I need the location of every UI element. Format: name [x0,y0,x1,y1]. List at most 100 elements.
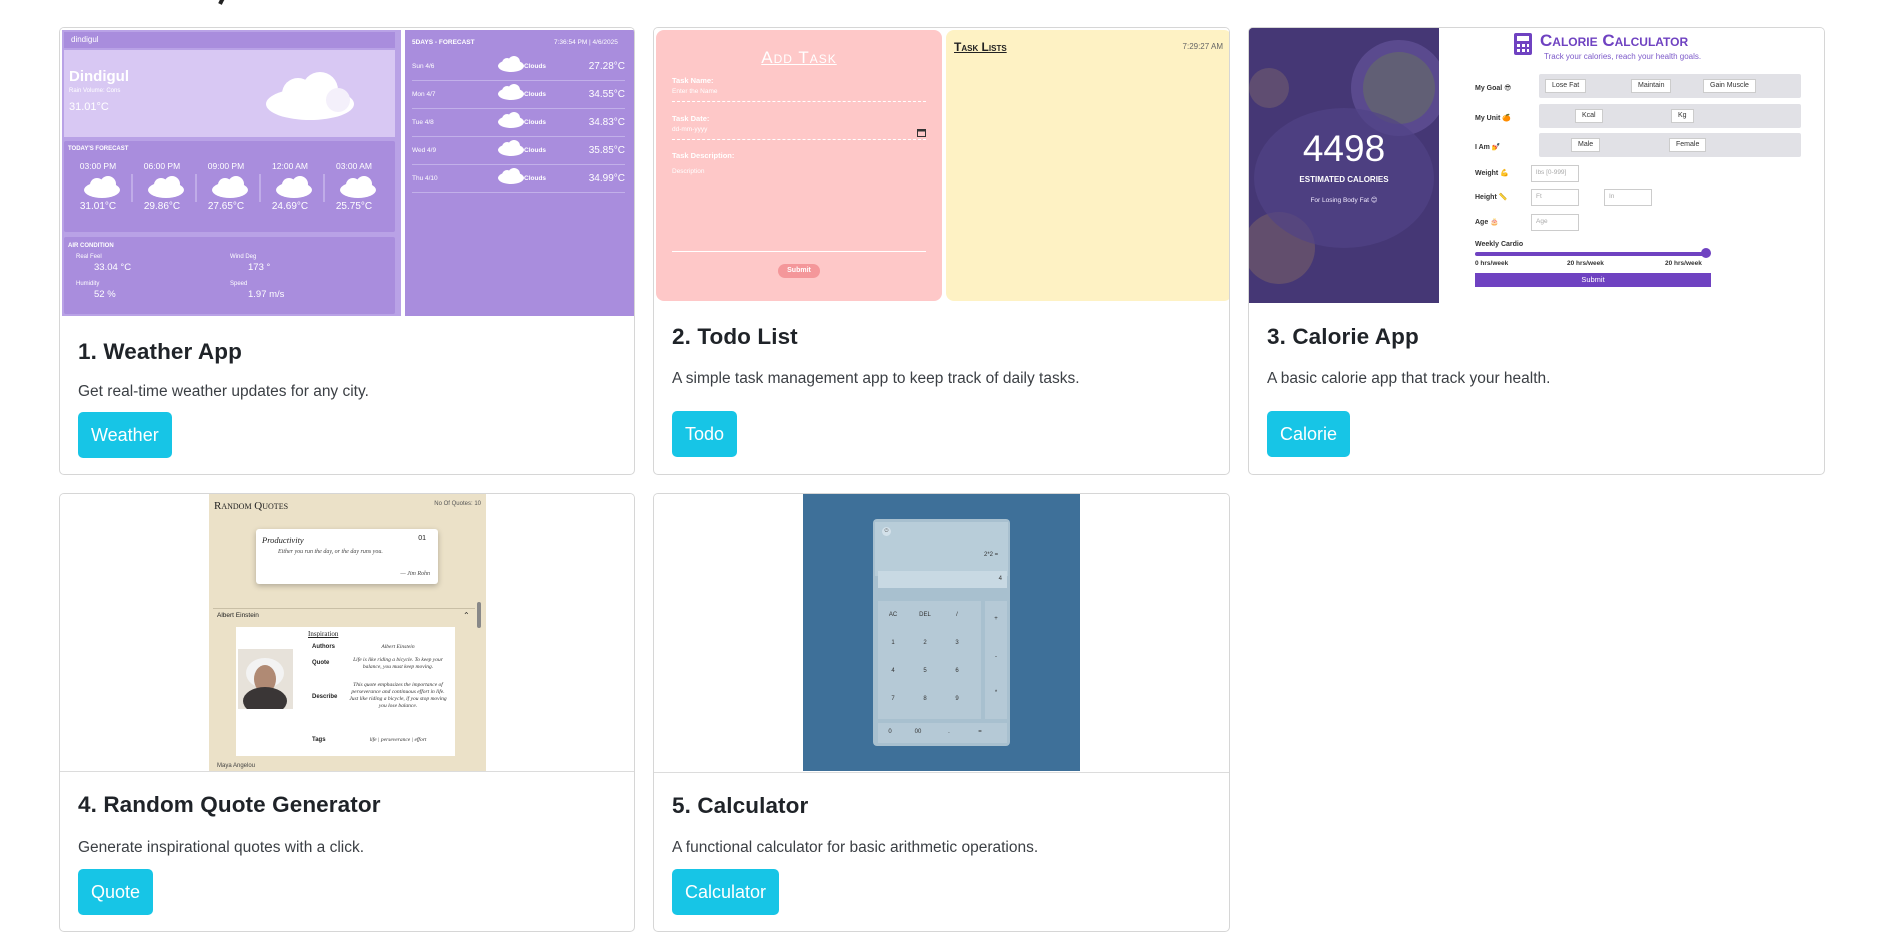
weather-hour-time: 06:00 PM [143,161,181,171]
quote-accordion-title: Albert Einstein [217,612,259,619]
todo-date-field: dd-mm-yyyy [672,126,926,140]
calc-key: = [978,729,982,735]
todo-button[interactable]: Todo [672,411,738,457]
todo-desc-field: Description [672,162,926,252]
forecast-condition: Clouds [524,63,547,70]
air-value: 52 % [94,289,116,300]
card-title: 4. Random Quote Generator [78,792,381,817]
calorie-weight-input: lbs [0-999] [1531,165,1579,182]
calc-key: . [948,729,950,735]
air-label: Wind Deg [230,254,257,260]
todo-date-label: Task Date: [672,114,710,123]
cardio-level: 0 hrs/week [1475,260,1509,267]
calc-key: 3 [955,640,959,646]
cardio-level: 20 hrs/week [1665,260,1702,267]
forecast-temp: 34.83°C [588,117,625,128]
calc-key: 2 [923,640,927,646]
calorie-weight-label: Weight 💪 [1475,170,1509,177]
quote-button[interactable]: Quote [78,869,154,915]
einstein-portrait [238,649,293,709]
forecast-day: Thu 4/10 [412,175,438,182]
weather-hour-time: 12:00 AM [272,161,308,171]
calc-key: 4 [891,668,895,674]
air-label: Humidity [76,281,100,287]
quote-key: Describe [312,694,338,700]
calorie-goal-note: For Losing Body Fat 😊 [1310,197,1378,204]
author-photo [238,649,293,709]
forecast-title: 5DAYS - FORECAST [412,39,475,46]
calendar-icon [917,129,926,137]
card-description: Generate inspirational quotes with a cli… [78,839,365,856]
calorie-app-preview: 4498 ESTIMATED CALORIES For Losing Body … [1249,28,1824,303]
weather-app-preview: dindigul Dindigul Rain Volume: Cons 31.0… [60,28,634,319]
unit-option: Kcal [1575,109,1603,123]
calorie-height-ft: Ft [1531,189,1579,206]
forecast-day: Mon 4/7 [412,91,436,98]
weather-subtext: Rain Volume: Cons [69,88,121,94]
calorie-estimate-label: ESTIMATED CALORIES [1299,175,1389,184]
calc-key: AC [888,612,898,618]
calculator-app-preview: ⏻ 2*2 = 4 AC DEL / 1 2 3 4 5 6 7 8 9 + -… [654,494,1229,773]
weather-button[interactable]: Weather [78,412,172,458]
weather-hour-time: 03:00 PM [79,161,117,171]
calc-key: 0 [888,729,892,735]
air-humidity: Humidity 52 % [76,281,116,300]
calorie-gender-options: Male Female [1539,133,1801,157]
calculator-button[interactable]: Calculator [672,869,780,915]
calc-key: 9 [955,696,959,702]
quote-card-label: Productivity [262,535,304,545]
quote-panel: Random Quotes No Of Quotes: 10 Productiv… [209,494,486,771]
calc-key: 7 [891,696,895,702]
quote-scrollbar [477,602,481,628]
todo-add-title: Add Task [761,48,837,67]
todo-lists-title: Task Lists [954,40,1007,54]
weather-hour-temp: 24.69°C [271,201,309,212]
project-card-calorie: 4498 ESTIMATED CALORIES For Losing Body … [1248,27,1825,475]
calorie-app-title: Calorie Calculator [1540,31,1689,50]
forecast-condition: Clouds [524,91,547,98]
calculator-expression: 2*2 = [984,552,999,558]
quote-value: Albert Einstein [381,644,415,650]
calorie-height-in: In [1604,189,1652,206]
forecast-temp: 34.55°C [588,89,625,100]
calorie-hero-photo: 4498 ESTIMATED CALORIES For Losing Body … [1249,28,1439,303]
project-card-weather: dindigul Dindigul Rain Volume: Cons 31.0… [59,27,635,475]
weather-hour-time: 03:00 AM [336,161,372,171]
cardio-level: 20 hrs/week [1567,260,1604,267]
forecast-temp: 34.99°C [588,173,625,184]
project-card-todo: Add Task Task Name: Enter the Name Task … [653,27,1230,475]
forecast-day: Sun 4/6 [412,63,435,70]
calorie-submit-preview: Submit [1475,273,1711,287]
card-title: 2. Todo List [672,324,798,349]
goal-option: Gain Muscle [1703,79,1756,93]
calorie-cardio-label: Weekly Cardio [1475,241,1524,248]
calc-key: DEL [919,612,931,618]
project-card-quote: Random Quotes No Of Quotes: 10 Productiv… [59,493,635,932]
todo-lists-panel: Task Lists 7:29:27 AM [946,30,1229,301]
calc-operator: * [994,690,998,696]
quote-card: Productivity 01 Either you run the day, … [256,529,438,584]
quote-head: Random Quotes [214,500,289,512]
calc-operator: + [994,616,998,622]
quote-key: Tags [312,737,326,743]
calorie-gender-label: I Am 💅 [1475,144,1501,151]
forecast-temp: 27.28°C [588,61,625,72]
air-value: 173 ° [248,262,271,273]
calorie-height-label: Height 📏 [1475,194,1508,201]
calorie-unit-options: Kcal Kg [1539,104,1801,128]
project-card-calculator: ⏻ 2*2 = 4 AC DEL / 1 2 3 4 5 6 7 8 9 + -… [653,493,1230,932]
calc-key: 1 [891,640,895,646]
card-description: Get real-time weather updates for any ci… [78,383,369,400]
calorie-unit-label: My Unit 🍊 [1475,115,1511,122]
calorie-estimate-value: 4498 [1302,128,1386,169]
calculator-result: 4 [878,571,1007,588]
quote-detail-card: Inspiration Authors Albert Einstein Quot… [236,627,455,756]
forecast-condition: Clouds [524,119,547,126]
todo-submit-preview: Submit [778,264,820,278]
air-speed: Speed 1.97 m/s [230,281,284,300]
calorie-button[interactable]: Calorie [1267,411,1351,457]
quote-key: Quote [312,660,330,666]
air-real-feel: Real Feel 33.04 °C [76,254,131,273]
forecast-condition: Clouds [524,147,547,154]
forecast-cloud-icons [498,56,524,184]
